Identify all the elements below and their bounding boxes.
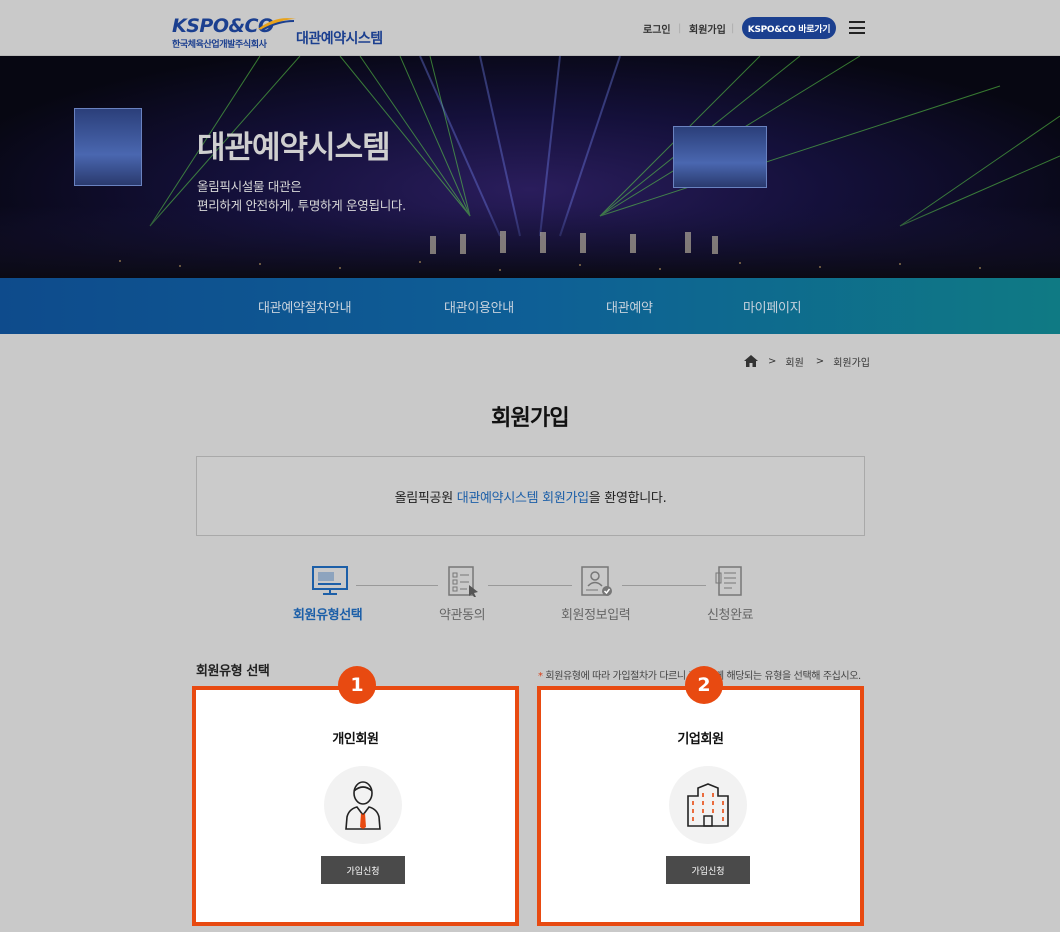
step-connector (622, 585, 706, 586)
logo-subtitle: 한국체육산업개발주식회사 (172, 40, 267, 50)
chevron-right-icon: > (815, 355, 825, 367)
page-title: 회원가입 (491, 406, 570, 431)
card-title: 개인회원 (332, 732, 379, 747)
profile-card-icon (581, 566, 612, 596)
chevron-right-icon: > (768, 355, 777, 367)
util-separator: | (678, 22, 682, 34)
step-connector (356, 585, 438, 586)
home-icon[interactable] (744, 355, 758, 367)
nav-usage-guide[interactable]: 대관이용안내 (444, 278, 514, 334)
monitor-icon (312, 566, 348, 595)
breadcrumb-join: 회원가입 (833, 357, 870, 369)
step-member-type: 회원유형선택 (293, 608, 363, 623)
nav-reservation[interactable]: 대관예약 (606, 278, 653, 334)
hero-description: 올림픽시설물 대관은 편리하게 안전하게, 투명하게 운영됩니다. (197, 179, 406, 213)
main-navigation: 대관예약절차안내 대관이용안내 대관예약 마이페이지 (0, 278, 1060, 334)
section-title: 회원유형 선택 (196, 664, 270, 679)
building-icon (669, 766, 747, 844)
hero-banner: 대관예약시스템 올림픽시설물 대관은 편리하게 안전하게, 투명하게 운영됩니다… (0, 56, 1060, 278)
step-complete: 신청완료 (707, 608, 754, 623)
step-member-info: 회원정보입력 (561, 608, 631, 623)
welcome-highlight: 대관예약시스템 회원가입 (456, 490, 589, 506)
kspo-shortcut-button[interactable]: KSPO&CO 바로가기 (742, 17, 836, 39)
person-icon (324, 766, 402, 844)
login-link[interactable]: 로그인 (643, 17, 671, 39)
stage-screen-right (673, 126, 767, 188)
nav-reservation-guide[interactable]: 대관예약절차안내 (258, 278, 352, 334)
corporate-member-card[interactable]: 기업회원 가입신청 (537, 686, 864, 926)
step-badge-1: 1 (338, 666, 376, 704)
individual-signup-button[interactable]: 가입신청 (321, 856, 405, 884)
checklist-icon (448, 566, 478, 597)
step-connector (488, 585, 572, 586)
concert-stage-background (0, 56, 1060, 278)
hamburger-menu-icon[interactable] (849, 21, 865, 34)
step-terms: 약관동의 (439, 608, 486, 623)
util-separator: | (731, 22, 735, 34)
logo-swoosh-icon (258, 18, 296, 31)
individual-member-card[interactable]: 개인회원 가입신청 (192, 686, 519, 926)
site-header: KSPO&CO 한국체육산업개발주식회사 대관예약시스템 로그인 | 회원가입 … (0, 0, 1060, 56)
system-name: 대관예약시스템 (296, 31, 383, 47)
corporate-signup-button[interactable]: 가입신청 (666, 856, 750, 884)
stage-screen-left (74, 108, 142, 186)
nav-mypage[interactable]: 마이페이지 (743, 278, 802, 334)
hero-title: 대관예약시스템 (197, 130, 391, 166)
breadcrumb-member[interactable]: 회원 (785, 354, 803, 369)
welcome-box: 올림픽공원 대관예약시스템 회원가입 을 환영합니다. (196, 456, 865, 536)
breadcrumb: > 회원 > 회원가입 (744, 353, 870, 369)
document-icon (715, 566, 742, 596)
step-badge-2: 2 (685, 666, 723, 704)
card-title: 기업회원 (677, 732, 724, 747)
kspo-logo[interactable]: KSPO&CO 한국체육산업개발주식회사 (172, 16, 296, 50)
join-link[interactable]: 회원가입 (689, 17, 726, 39)
